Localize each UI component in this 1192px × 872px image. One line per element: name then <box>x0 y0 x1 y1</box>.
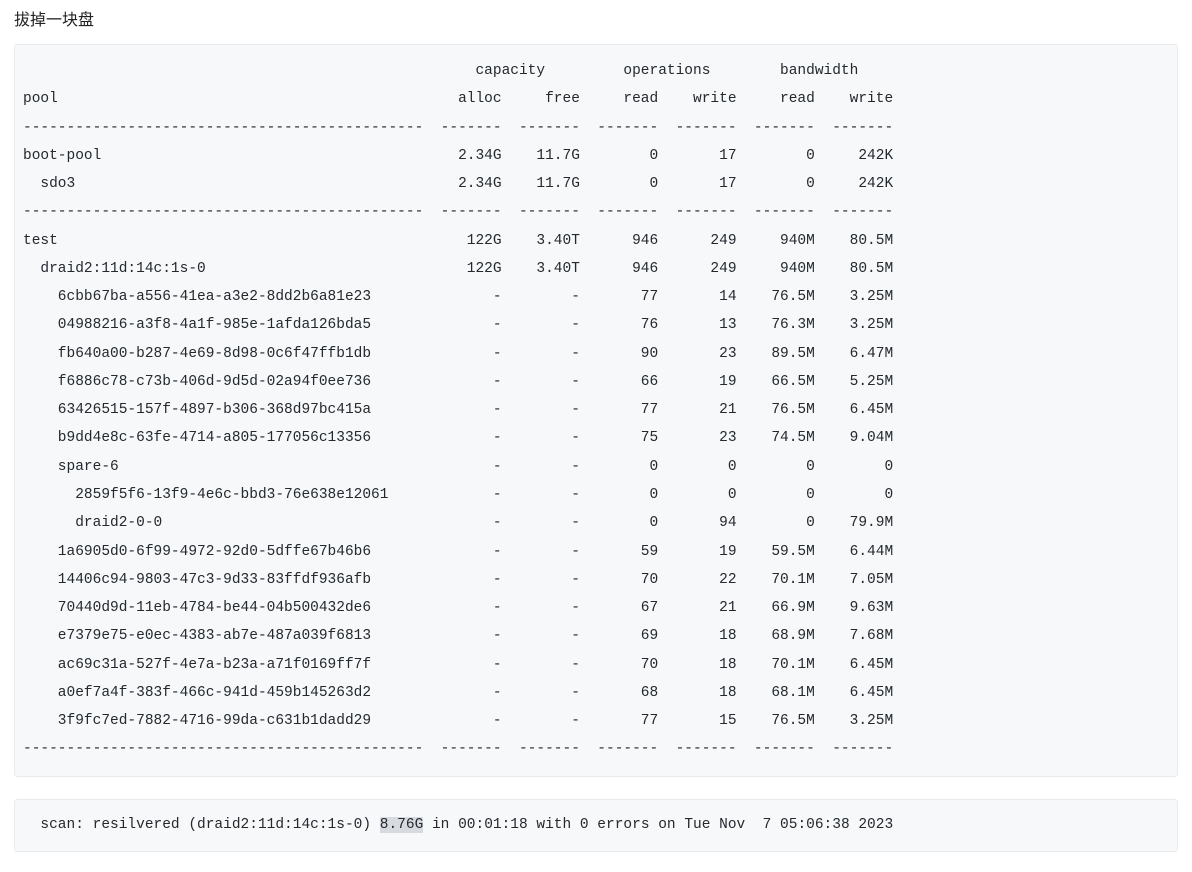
scan-highlight-value: 8.76G <box>380 817 424 833</box>
zpool-iostat-output: capacity operations bandwidth pool alloc… <box>14 44 1178 777</box>
scan-prefix: scan: resilvered (draid2:11d:14c:1s-0) <box>23 817 380 833</box>
section-heading: 拔掉一块盘 <box>14 6 1178 30</box>
scan-suffix: in 00:01:18 with 0 errors on Tue Nov 7 0… <box>423 817 893 833</box>
zpool-scan-output: scan: resilvered (draid2:11d:14c:1s-0) 8… <box>14 799 1178 853</box>
